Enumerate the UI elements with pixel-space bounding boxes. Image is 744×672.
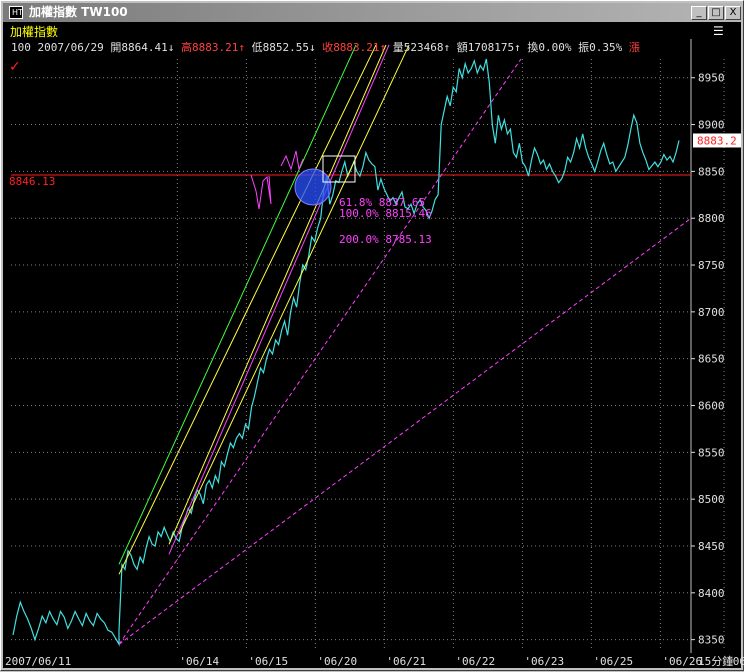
fan-line bbox=[118, 217, 692, 645]
y-tick-label: 8600 bbox=[698, 400, 725, 413]
y-tick-label: 8550 bbox=[698, 446, 725, 459]
fib-label: 100.0% 8815.46 bbox=[339, 207, 432, 220]
x-tick-label: '06/26 bbox=[662, 655, 702, 668]
price-chart[interactable]: 8350 8400 8450 8500 8550 8600 8650 8700 8750 8800… bbox=[1, 1, 744, 672]
x-tick-label: '06/23 bbox=[524, 655, 564, 668]
chart-name: 加權指數 bbox=[10, 25, 59, 39]
y-tick-label: 8400 bbox=[698, 587, 725, 600]
y-tick-label: 8650 bbox=[698, 353, 725, 366]
y-tick-label: 8750 bbox=[698, 259, 725, 272]
volume-arrow: ↑ bbox=[443, 41, 451, 54]
open-label: 開 bbox=[110, 41, 122, 54]
amplitude-label: 振 bbox=[578, 41, 590, 54]
y-tick-label: 8800 bbox=[698, 212, 725, 225]
interval-label: 15分鐘 bbox=[698, 654, 733, 668]
chart-window: HT 加權指數 TW100 _ □ X 8350 8400 8450 8500 8550… bbox=[0, 0, 744, 671]
y-tick-label: 8900 bbox=[698, 119, 725, 132]
open-arrow: ↓ bbox=[167, 41, 175, 54]
channel-line-yellow bbox=[178, 44, 410, 535]
x-tick-label: '06/14 bbox=[179, 655, 219, 668]
y-tick-label: 8850 bbox=[698, 165, 725, 178]
pattern-mark bbox=[250, 174, 272, 210]
check-icon: ✓ bbox=[9, 59, 21, 75]
price-line bbox=[12, 58, 680, 647]
y-tick-label: 8950 bbox=[698, 72, 725, 85]
x-tick-label: '06/22 bbox=[455, 655, 495, 668]
volume-value: 523468 bbox=[403, 41, 444, 54]
y-tick-label: 8700 bbox=[698, 306, 725, 319]
y-tick-label: 8450 bbox=[698, 540, 725, 553]
amount-value: 1708175 bbox=[467, 41, 515, 54]
close-label: 收 bbox=[322, 41, 334, 54]
highlight-circle bbox=[294, 168, 332, 206]
x-tick-label: '06/20 bbox=[317, 655, 357, 668]
x-tick-label: '06/15 bbox=[248, 655, 288, 668]
trailing-label: 漲 bbox=[628, 41, 640, 54]
low-arrow: ↓ bbox=[308, 41, 316, 54]
amount-label: 額 bbox=[456, 41, 468, 54]
turnover-value: 0.00% bbox=[538, 41, 572, 54]
pattern-mark bbox=[280, 150, 304, 171]
y-tick-label: 8350 bbox=[698, 634, 725, 647]
x-tick-label: '06/21 bbox=[386, 655, 426, 668]
quote-date: 2007/06/29 bbox=[37, 41, 104, 54]
quote-line: 100 2007/06/29 開8864.41↓ 高8883.21↑ 低8852… bbox=[11, 39, 640, 55]
channel-line-green bbox=[118, 44, 357, 565]
low-label: 低 bbox=[251, 41, 263, 54]
low-value: 8852.55 bbox=[262, 41, 309, 54]
open-value: 8864.41 bbox=[121, 41, 168, 54]
amplitude-value: 0.35% bbox=[589, 41, 623, 54]
high-value: 8883.21 bbox=[191, 41, 239, 54]
turnover-label: 換 bbox=[527, 41, 539, 54]
last-price-label: 8883.2 bbox=[697, 134, 737, 147]
x-tick-label: 2007/06/11 bbox=[5, 655, 71, 668]
channel-line-magenta bbox=[168, 44, 390, 555]
fib-label: 200.0% 8785.13 bbox=[339, 233, 432, 246]
reference-line-label: 8846.13 bbox=[9, 175, 55, 188]
x-tick-label: '06/25 bbox=[593, 655, 633, 668]
high-arrow: ↑ bbox=[238, 41, 245, 54]
menu-icon[interactable]: ☰ bbox=[713, 25, 729, 39]
fan-line bbox=[118, 58, 522, 645]
close-value: 8883.21 bbox=[333, 41, 380, 54]
high-label: 高 bbox=[180, 41, 192, 54]
amount-arrow: ↑ bbox=[514, 41, 521, 54]
quote-code: 100 bbox=[11, 41, 31, 54]
volume-label: 量 bbox=[392, 41, 404, 54]
y-tick-label: 8500 bbox=[698, 493, 725, 506]
close-arrow: ↑ bbox=[379, 41, 387, 54]
channel-line-yellow bbox=[168, 44, 387, 545]
